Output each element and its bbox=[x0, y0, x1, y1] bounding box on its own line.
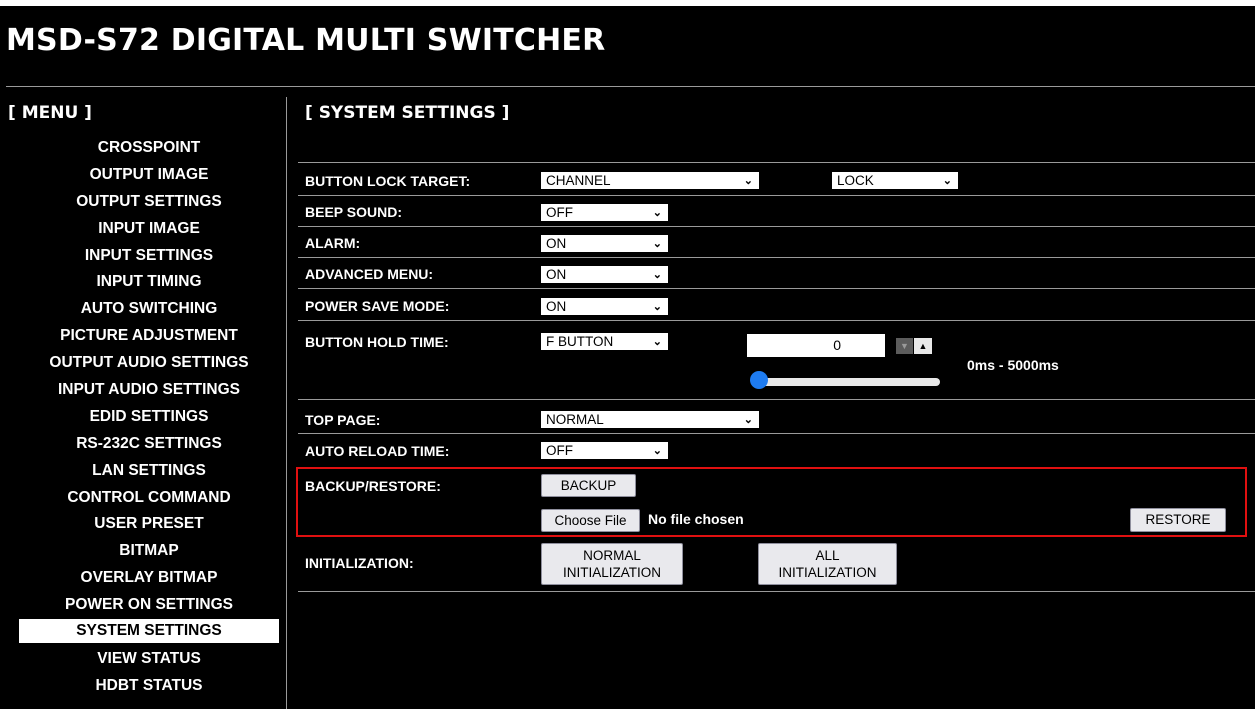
auto-reload-time-value: OFF bbox=[546, 443, 573, 458]
menu-item-power-on-settings[interactable]: POWER ON SETTINGS bbox=[19, 591, 279, 618]
top-page-select[interactable]: NORMAL ⌄ bbox=[541, 411, 759, 428]
chevron-down-icon: ⌄ bbox=[652, 269, 662, 281]
menu-item-input-audio-settings[interactable]: INPUT AUDIO SETTINGS bbox=[19, 376, 279, 403]
menu-item-lan-settings[interactable]: LAN SETTINGS bbox=[19, 457, 279, 484]
menu-heading: [ MENU ] bbox=[8, 103, 92, 123]
backup-button[interactable]: BACKUP bbox=[541, 474, 636, 497]
menu-item-overlay-bitmap[interactable]: OVERLAY BITMAP bbox=[19, 564, 279, 591]
row-divider bbox=[298, 226, 1255, 227]
app-title: MSD-S72 DIGITAL MULTI SWITCHER bbox=[6, 23, 606, 58]
power-save-mode-value: ON bbox=[546, 299, 567, 314]
system-settings-panel: [ SYSTEM SETTINGS ] BUTTON LOCK TARGET: … bbox=[288, 92, 1255, 709]
normal-initialization-line1: NORMAL bbox=[583, 548, 641, 563]
button-lock-target-value: CHANNEL bbox=[546, 173, 611, 188]
menu-list: CROSSPOINT OUTPUT IMAGE OUTPUT SETTINGS … bbox=[19, 134, 279, 699]
normal-initialization-line2: INITIALIZATION bbox=[562, 565, 661, 580]
menu-item-control-command[interactable]: CONTROL COMMAND bbox=[19, 484, 279, 511]
normal-initialization-button[interactable]: NORMAL INITIALIZATION bbox=[541, 543, 683, 585]
top-page-label: TOP PAGE: bbox=[305, 412, 381, 428]
menu-item-input-image[interactable]: INPUT IMAGE bbox=[19, 215, 279, 242]
button-hold-time-slider[interactable] bbox=[755, 378, 940, 386]
window-top-border bbox=[0, 0, 1255, 6]
choose-file-button[interactable]: Choose File bbox=[541, 509, 640, 532]
row-divider bbox=[298, 591, 1255, 592]
menu-item-view-status[interactable]: VIEW STATUS bbox=[19, 645, 279, 672]
button-lock-mode-select[interactable]: LOCK ⌄ bbox=[832, 172, 958, 189]
beep-sound-label: BEEP SOUND: bbox=[305, 204, 402, 220]
alarm-value: ON bbox=[546, 236, 567, 251]
sidebar-menu: [ MENU ] CROSSPOINT OUTPUT IMAGE OUTPUT … bbox=[0, 92, 286, 709]
auto-reload-time-select[interactable]: OFF ⌄ bbox=[541, 442, 668, 459]
row-divider bbox=[298, 257, 1255, 258]
file-status-text: No file chosen bbox=[648, 511, 744, 527]
menu-item-crosspoint[interactable]: CROSSPOINT bbox=[19, 134, 279, 161]
restore-button[interactable]: RESTORE bbox=[1130, 508, 1226, 532]
button-lock-target-label: BUTTON LOCK TARGET: bbox=[305, 173, 471, 189]
advanced-menu-value: ON bbox=[546, 267, 567, 282]
button-lock-target-select[interactable]: CHANNEL ⌄ bbox=[541, 172, 759, 189]
chevron-down-icon: ⌄ bbox=[743, 414, 753, 426]
chevron-down-icon: ⌄ bbox=[743, 175, 753, 187]
alarm-select[interactable]: ON ⌄ bbox=[541, 235, 668, 252]
backup-restore-label: BACKUP/RESTORE: bbox=[305, 478, 441, 494]
row-divider bbox=[298, 320, 1255, 321]
button-hold-time-button-select[interactable]: F BUTTON ⌄ bbox=[541, 333, 668, 350]
menu-item-picture-adjustment[interactable]: PICTURE ADJUSTMENT bbox=[19, 322, 279, 349]
row-divider bbox=[298, 288, 1255, 289]
menu-item-output-settings[interactable]: OUTPUT SETTINGS bbox=[19, 188, 279, 215]
chevron-down-icon: ⌄ bbox=[652, 445, 662, 457]
menu-item-input-settings[interactable]: INPUT SETTINGS bbox=[19, 242, 279, 269]
menu-item-system-settings[interactable]: SYSTEM SETTINGS bbox=[19, 619, 279, 644]
row-divider bbox=[298, 162, 1255, 163]
menu-item-rs232c-settings[interactable]: RS-232C SETTINGS bbox=[19, 430, 279, 457]
chevron-down-icon: ⌄ bbox=[652, 301, 662, 313]
advanced-menu-select[interactable]: ON ⌄ bbox=[541, 266, 668, 283]
button-hold-time-input[interactable]: 0 bbox=[747, 334, 885, 357]
menu-item-hdbt-status[interactable]: HDBT STATUS bbox=[19, 672, 279, 699]
button-hold-time-label: BUTTON HOLD TIME: bbox=[305, 334, 449, 350]
all-initialization-button[interactable]: ALL INITIALIZATION bbox=[758, 543, 897, 585]
all-initialization-line2: INITIALIZATION bbox=[778, 565, 877, 580]
button-hold-time-button-value: F BUTTON bbox=[546, 334, 614, 349]
menu-item-user-preset[interactable]: USER PRESET bbox=[19, 510, 279, 537]
button-lock-mode-value: LOCK bbox=[837, 173, 874, 188]
advanced-menu-label: ADVANCED MENU: bbox=[305, 266, 434, 282]
menu-item-output-image[interactable]: OUTPUT IMAGE bbox=[19, 161, 279, 188]
menu-item-input-timing[interactable]: INPUT TIMING bbox=[19, 268, 279, 295]
beep-sound-value: OFF bbox=[546, 205, 573, 220]
chevron-down-icon: ⌄ bbox=[652, 336, 662, 348]
spin-down-icon[interactable]: ▼ bbox=[896, 338, 913, 354]
power-save-mode-select[interactable]: ON ⌄ bbox=[541, 298, 668, 315]
power-save-mode-label: POWER SAVE MODE: bbox=[305, 298, 450, 314]
row-divider bbox=[298, 195, 1255, 196]
chevron-down-icon: ⌄ bbox=[652, 207, 662, 219]
menu-item-output-audio-settings[interactable]: OUTPUT AUDIO SETTINGS bbox=[19, 349, 279, 376]
page-title: [ SYSTEM SETTINGS ] bbox=[305, 103, 510, 123]
slider-thumb[interactable] bbox=[750, 371, 768, 389]
all-initialization-line1: ALL bbox=[815, 548, 840, 563]
row-divider bbox=[298, 399, 1255, 400]
chevron-down-icon: ⌄ bbox=[942, 175, 952, 187]
title-divider bbox=[6, 86, 1255, 87]
menu-item-edid-settings[interactable]: EDID SETTINGS bbox=[19, 403, 279, 430]
menu-item-auto-switching[interactable]: AUTO SWITCHING bbox=[19, 295, 279, 322]
button-hold-time-range: 0ms - 5000ms bbox=[967, 357, 1059, 373]
initialization-label: INITIALIZATION: bbox=[305, 555, 414, 571]
chevron-down-icon: ⌄ bbox=[652, 238, 662, 250]
row-divider bbox=[298, 433, 1255, 434]
spin-up-icon[interactable]: ▲ bbox=[914, 338, 932, 354]
top-page-value: NORMAL bbox=[546, 412, 604, 427]
menu-item-bitmap[interactable]: BITMAP bbox=[19, 537, 279, 564]
alarm-label: ALARM: bbox=[305, 235, 361, 251]
sidebar-divider bbox=[286, 97, 287, 709]
auto-reload-time-label: AUTO RELOAD TIME: bbox=[305, 443, 450, 459]
beep-sound-select[interactable]: OFF ⌄ bbox=[541, 204, 668, 221]
